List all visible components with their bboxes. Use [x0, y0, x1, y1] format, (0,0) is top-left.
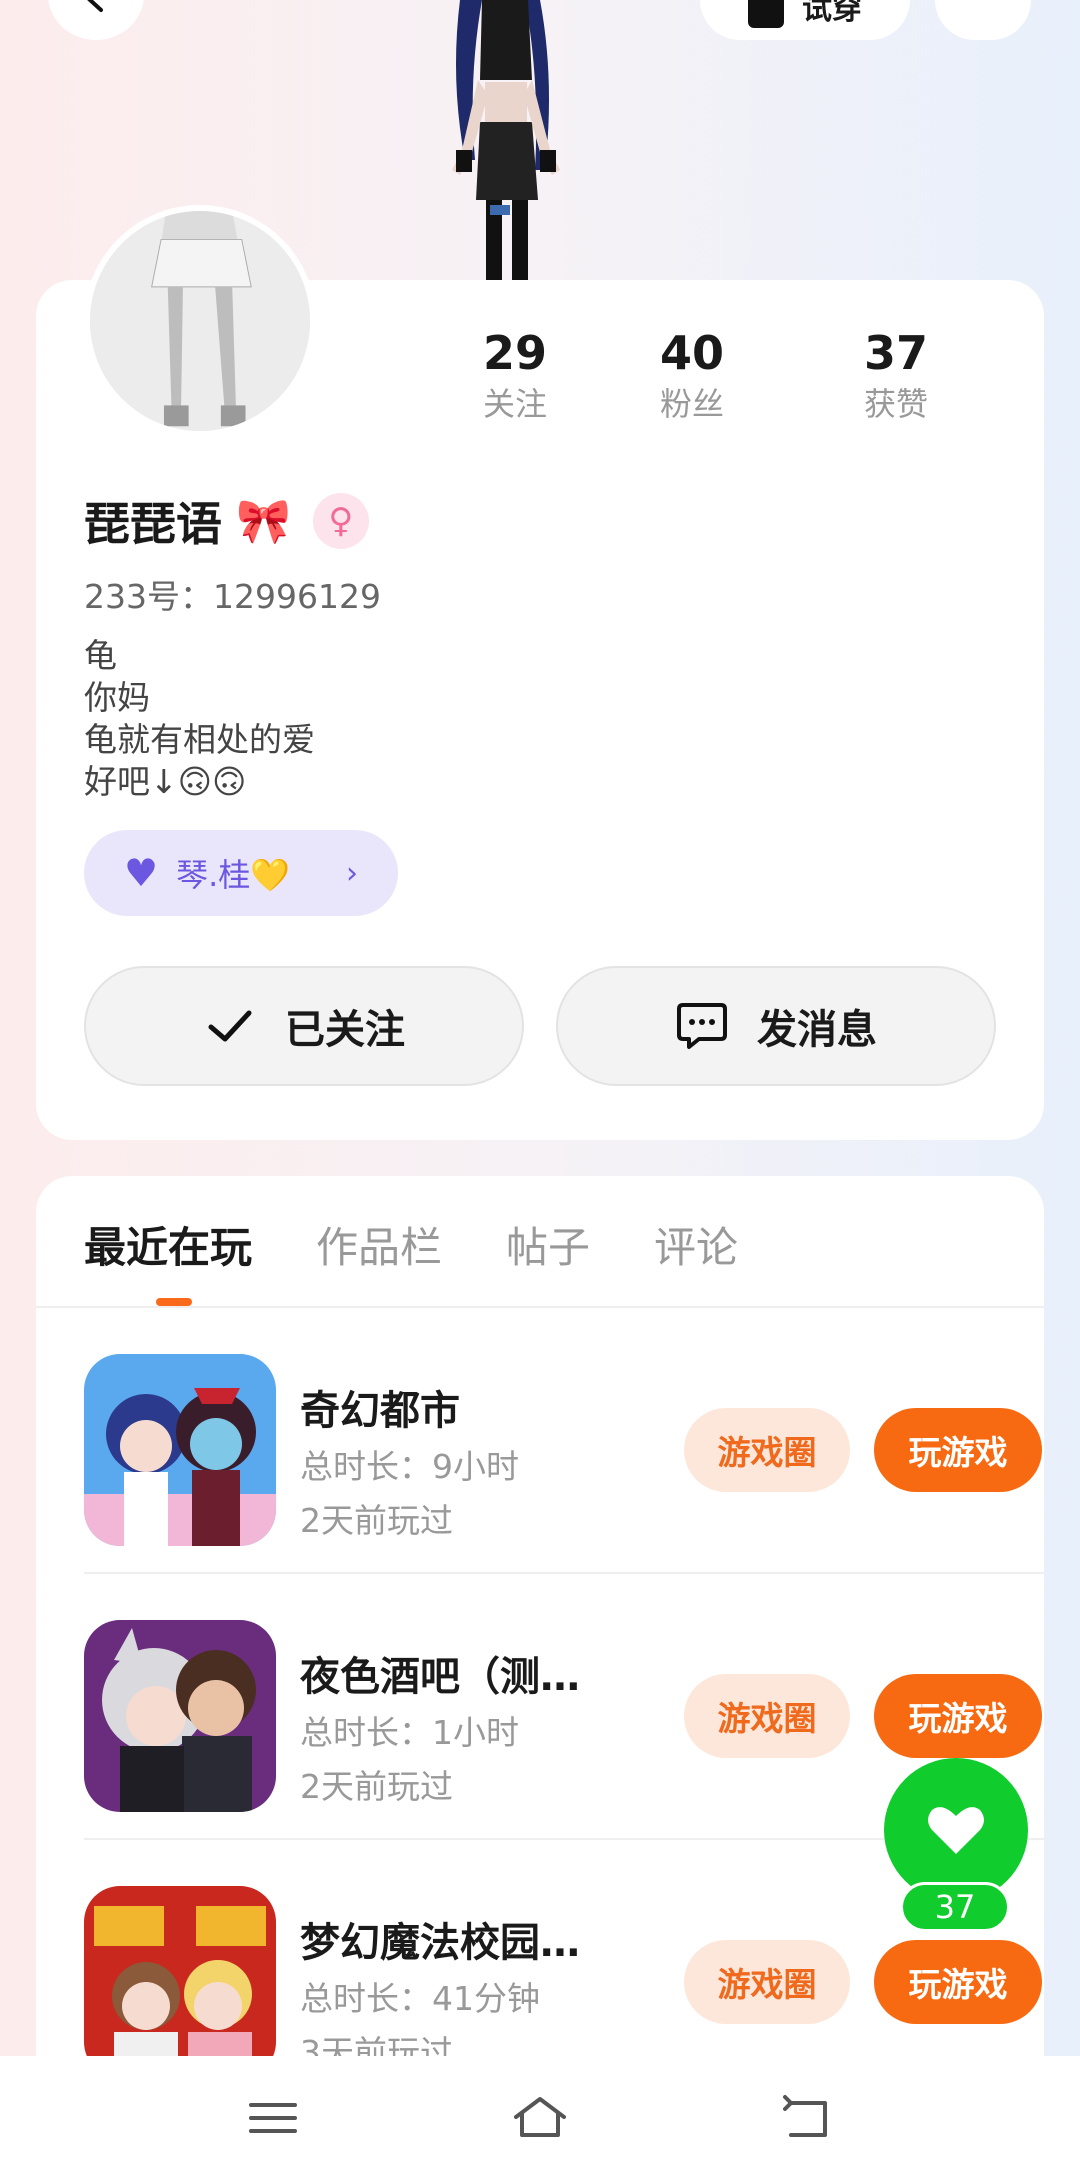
play-game-button[interactable]: 玩游戏: [874, 1674, 1042, 1758]
send-message-label: 发消息: [757, 1007, 877, 1053]
profile-tabs: 最近在玩 作品栏 帖子 评论: [84, 1214, 738, 1274]
game-duration: 总时长：41分钟: [300, 1979, 540, 2018]
back-button[interactable]: [48, 0, 144, 40]
tab-recently-played[interactable]: 最近在玩: [84, 1214, 252, 1274]
cp-relation-chip[interactable]: ♥ 琴.桂💛 ›: [84, 830, 398, 916]
active-tab-indicator: [156, 1298, 192, 1306]
game-title: 夜色酒吧（测…: [300, 1654, 580, 1700]
bio-line: 好吧↓🙃🙃: [84, 762, 247, 801]
play-game-button[interactable]: 玩游戏: [874, 1408, 1042, 1492]
tab-posts[interactable]: 帖子: [506, 1214, 590, 1274]
tab-works[interactable]: 作品栏: [316, 1214, 442, 1274]
bio-line: 龟: [84, 636, 117, 675]
game-title: 奇幻都市: [300, 1388, 460, 1434]
chevron-right-icon: ›: [346, 855, 358, 891]
avatar[interactable]: [84, 205, 316, 437]
game-circle-button[interactable]: 游戏圈: [684, 1674, 850, 1758]
game-icon-magic-campus[interactable]: [84, 1886, 276, 2078]
likes-label: 获赞: [863, 385, 928, 423]
bio-line: 龟就有相处的爱: [84, 720, 315, 759]
game-icon-art: [84, 1354, 276, 1546]
home-icon[interactable]: [510, 2093, 570, 2143]
heart-icon: [928, 1807, 984, 1854]
bio-line: 你妈: [84, 678, 150, 717]
checkmark-icon: [208, 1010, 252, 1042]
nickname-row: 琵琵语 🎀 ♀: [84, 488, 369, 554]
game-icon-fantasy-city[interactable]: [84, 1354, 276, 1546]
menu-icon[interactable]: [243, 2093, 303, 2143]
system-navigation-bar: [0, 2056, 1080, 2180]
stat-followers[interactable]: 40 粉丝: [590, 325, 794, 427]
game-circle-button[interactable]: 游戏圈: [684, 1940, 850, 2024]
purple-heart-icon: ♥: [124, 851, 159, 895]
game-title: 梦幻魔法校园…: [300, 1920, 580, 1966]
back-arrow-icon: [87, 0, 103, 12]
followed-label: 已关注: [285, 1007, 405, 1053]
game-last-played: 2天前玩过: [300, 1767, 453, 1806]
user-id: 233号：12996129: [84, 577, 381, 616]
game-icon-art: [84, 1886, 276, 2078]
followers-count: 40: [659, 326, 724, 380]
try-on-button[interactable]: 试穿: [700, 0, 910, 40]
following-label: 关注: [482, 385, 547, 423]
cp-name: 琴.桂💛: [176, 856, 291, 894]
message-bubble-icon: [677, 1003, 727, 1049]
game-circle-button[interactable]: 游戏圈: [684, 1408, 850, 1492]
stats-row: 29 关注 40 粉丝 37 获赞: [440, 325, 1000, 427]
avatar-3d-figure: [452, 0, 560, 285]
avatar-image: [90, 211, 310, 431]
hanger-icon: [748, 0, 784, 28]
stat-following[interactable]: 29 关注: [440, 325, 590, 427]
stat-likes[interactable]: 37 获赞: [794, 325, 998, 427]
try-on-label: 试穿: [802, 0, 862, 27]
bow-icon: 🎀: [236, 496, 291, 547]
game-icon-art: [84, 1620, 276, 1812]
game-last-played: 2天前玩过: [300, 1501, 453, 1540]
like-count-badge: 37: [900, 1882, 1010, 1932]
play-game-button[interactable]: 玩游戏: [874, 1940, 1042, 2024]
like-button[interactable]: [884, 1758, 1028, 1902]
game-duration: 总时长：1小时: [300, 1713, 519, 1752]
tab-comments[interactable]: 评论: [654, 1214, 738, 1274]
more-button[interactable]: [935, 0, 1031, 40]
game-icon-night-bar[interactable]: [84, 1620, 276, 1812]
followers-label: 粉丝: [659, 385, 724, 423]
back-icon[interactable]: [777, 2093, 837, 2143]
nickname: 琵琵语: [84, 497, 222, 551]
female-gender-icon: ♀: [312, 493, 369, 549]
game-list-item[interactable]: 奇幻都市 总时长：9小时 2天前玩过 游戏圈 玩游戏: [84, 1308, 1044, 1574]
bio: 龟 你妈 龟就有相处的爱 好吧↓🙃🙃: [84, 635, 315, 803]
following-count: 29: [482, 326, 547, 380]
followed-button[interactable]: 已关注: [84, 966, 524, 1086]
send-message-button[interactable]: 发消息: [556, 966, 996, 1086]
likes-count: 37: [863, 326, 928, 380]
content-card: 最近在玩 作品栏 帖子 评论 奇幻都市 总时长：9小时 2天前玩过 游戏圈 玩游…: [36, 1176, 1044, 2180]
game-duration: 总时长：9小时: [300, 1447, 519, 1486]
